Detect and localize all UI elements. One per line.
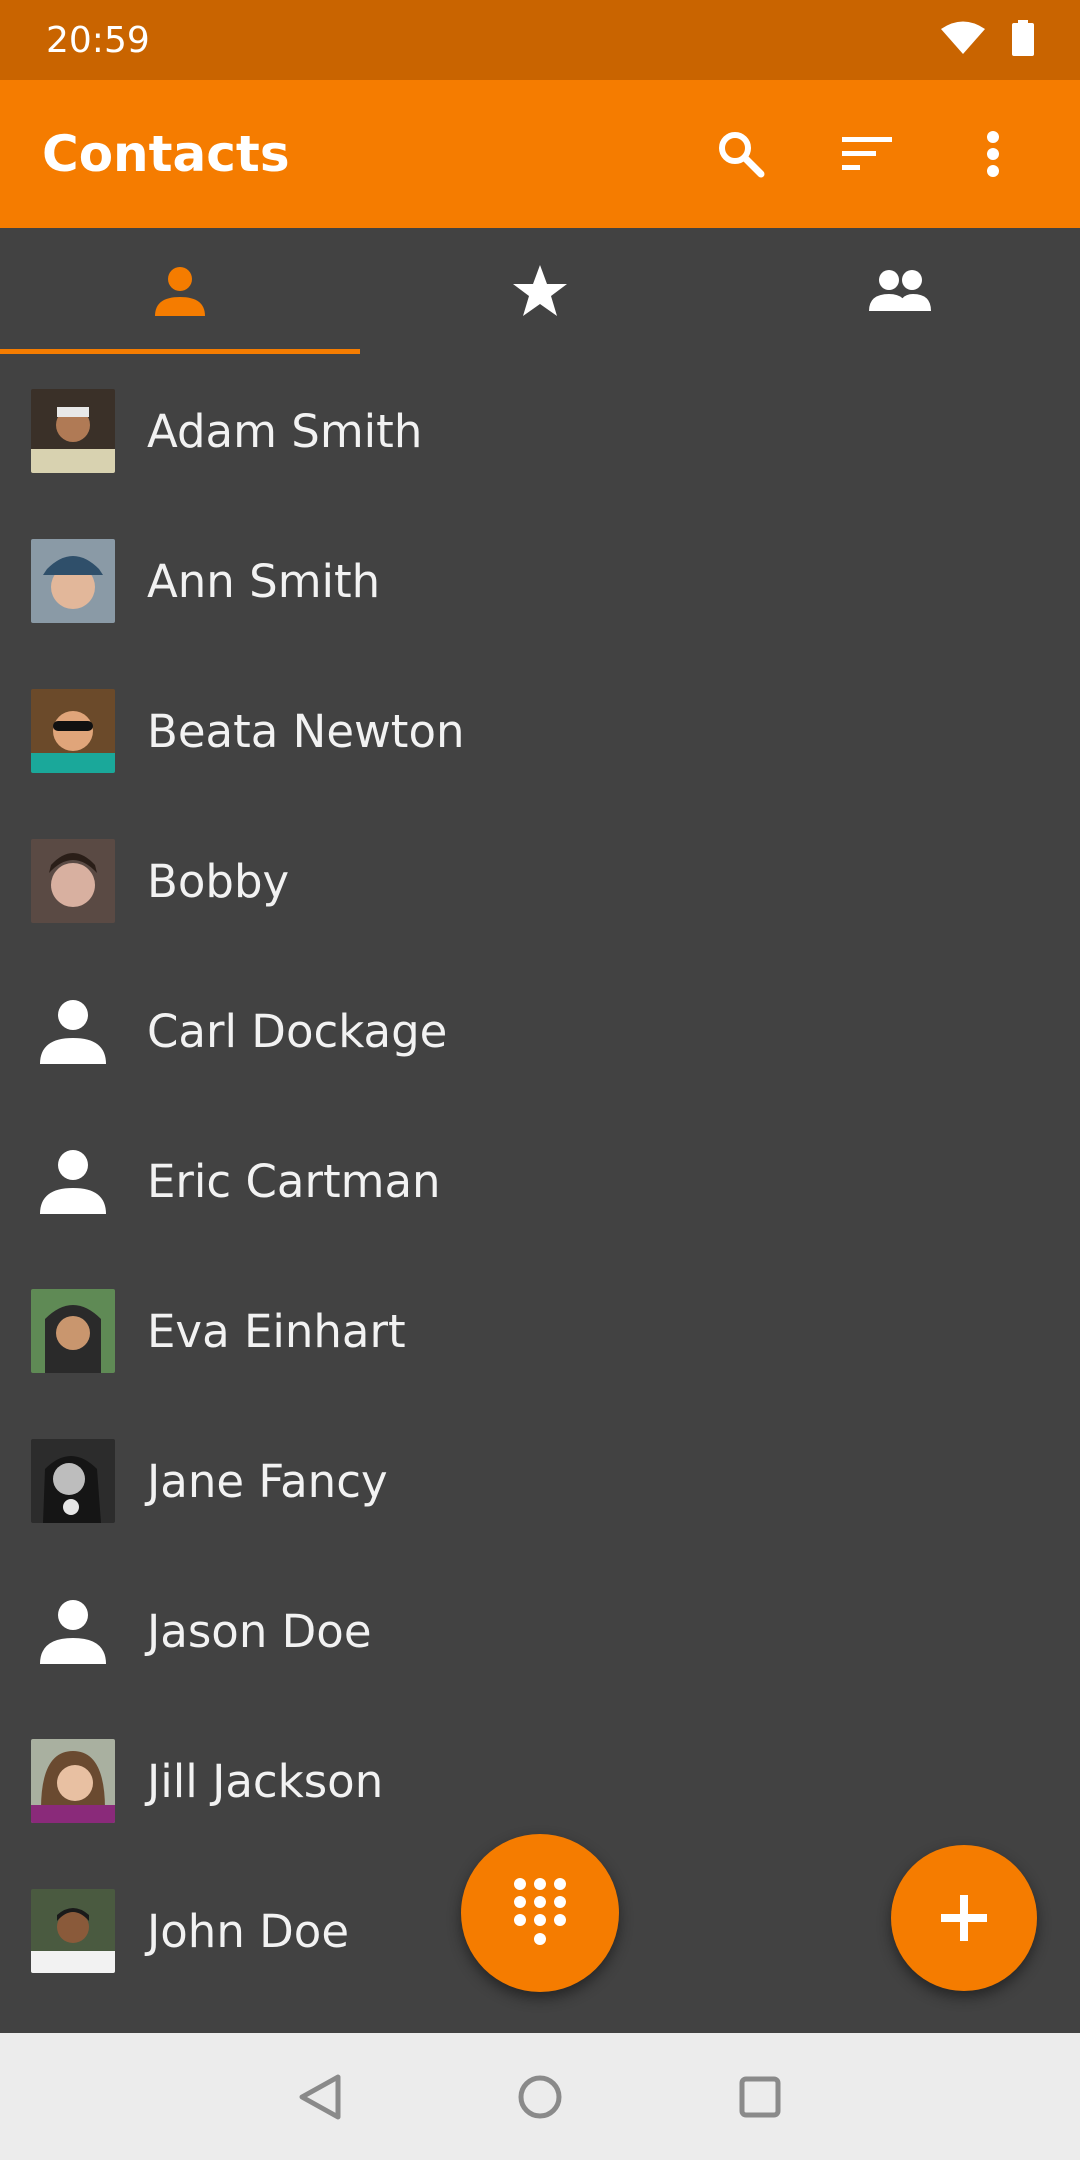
back-icon xyxy=(299,2074,341,2119)
person-icon xyxy=(155,267,205,316)
contact-list: Adam Smith Ann Smith Beata Newton Bobby … xyxy=(0,356,1080,2006)
contact-row-adam-smith[interactable]: Adam Smith xyxy=(0,356,1080,506)
tab-contacts[interactable] xyxy=(0,228,360,354)
status-icons xyxy=(940,20,1034,60)
avatar xyxy=(31,389,115,473)
contact-row-beata-newton[interactable]: Beata Newton xyxy=(0,656,1080,806)
avatar xyxy=(31,839,115,923)
contact-name: Beata Newton xyxy=(147,704,465,758)
sort-icon xyxy=(842,137,892,170)
system-nav-bar xyxy=(0,2033,1080,2160)
contact-row-carl-dockage[interactable]: Carl Dockage xyxy=(0,956,1080,1106)
contact-row-jane-fancy[interactable]: Jane Fancy xyxy=(0,1406,1080,1556)
star-icon xyxy=(513,265,567,316)
recents-icon xyxy=(739,2076,781,2117)
sort-button[interactable] xyxy=(822,109,912,199)
more-options-button[interactable] xyxy=(948,109,1038,199)
page-title: Contacts xyxy=(42,125,290,183)
search-icon xyxy=(719,132,765,178)
status-time: 20:59 xyxy=(46,19,150,61)
person-placeholder-icon xyxy=(31,989,115,1073)
group-icon xyxy=(869,270,931,311)
avatar xyxy=(31,1439,115,1523)
avatar xyxy=(31,689,115,773)
home-button[interactable] xyxy=(490,2047,590,2147)
contact-name: John Doe xyxy=(147,1904,350,1958)
status-bar: 20:59 xyxy=(0,0,1080,80)
contact-name: Carl Dockage xyxy=(147,1004,448,1058)
contact-row-ann-smith[interactable]: Ann Smith xyxy=(0,506,1080,656)
avatar xyxy=(31,1289,115,1373)
person-placeholder-icon xyxy=(31,1139,115,1223)
avatar xyxy=(31,1889,115,1973)
app-bar: Contacts xyxy=(0,80,1080,228)
dialpad-button[interactable] xyxy=(461,1834,619,1992)
avatar xyxy=(31,1739,115,1823)
recents-button[interactable] xyxy=(710,2047,810,2147)
contact-row-jason-doe[interactable]: Jason Doe xyxy=(0,1556,1080,1706)
more-vert-icon xyxy=(987,131,999,177)
home-icon xyxy=(518,2075,562,2118)
app-bar-actions xyxy=(660,109,1038,199)
tab-bar xyxy=(0,228,1080,354)
contact-row-eva-einhart[interactable]: Eva Einhart xyxy=(0,1256,1080,1406)
battery-icon xyxy=(1012,20,1034,60)
contact-name: Ann Smith xyxy=(147,554,381,608)
contact-name: Jane Fancy xyxy=(147,1454,388,1508)
contact-row-eric-cartman[interactable]: Eric Cartman xyxy=(0,1106,1080,1256)
dialpad-icon xyxy=(514,1878,566,1945)
person-placeholder-icon xyxy=(31,1589,115,1673)
back-button[interactable] xyxy=(270,2047,370,2147)
contact-name: Jason Doe xyxy=(147,1604,372,1658)
wifi-icon xyxy=(940,20,986,60)
contact-name: Eric Cartman xyxy=(147,1154,441,1208)
contact-name: Bobby xyxy=(147,854,290,908)
add-icon xyxy=(941,1895,987,1941)
add-contact-button[interactable] xyxy=(891,1845,1037,1991)
contact-name: Jill Jackson xyxy=(147,1754,384,1808)
contact-name: Eva Einhart xyxy=(147,1304,406,1358)
avatar xyxy=(31,539,115,623)
search-button[interactable] xyxy=(696,109,786,199)
contact-name: Adam Smith xyxy=(147,404,423,458)
tab-favorites[interactable] xyxy=(360,228,720,354)
tab-groups[interactable] xyxy=(720,228,1080,354)
contact-row-bobby[interactable]: Bobby xyxy=(0,806,1080,956)
